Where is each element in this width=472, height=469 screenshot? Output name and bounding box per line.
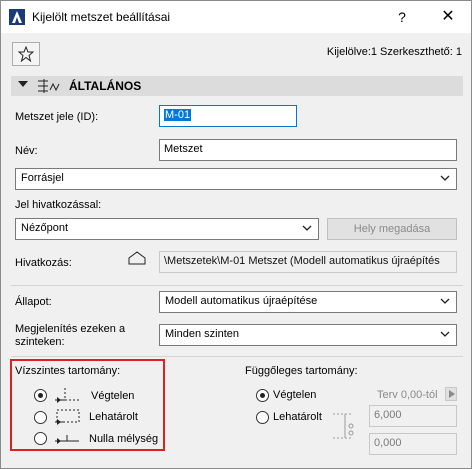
triangle-right-icon [449, 390, 455, 398]
radio-horizontal-infinite[interactable] [34, 389, 47, 402]
divider [11, 285, 463, 286]
show-on-label-1: Megjelenítés ezeken a [15, 323, 126, 335]
name-label: Név: [15, 145, 38, 157]
selection-info: Kijelölve:1 Szerkeszthető: 1 [326, 46, 462, 58]
reference-field: \Metszetek\M-01 Metszet (Modell automati… [159, 251, 457, 273]
show-on-label-2: szinteken: [15, 336, 65, 348]
radio-horizontal-limited[interactable] [34, 411, 47, 424]
general-section-header[interactable]: ÁLTALÁNOS [11, 76, 463, 96]
section-settings-icon [38, 79, 60, 93]
horizontal-range-title: Vízszintes tartomány: [15, 365, 121, 377]
source-marker-value: Forrásjel [21, 172, 64, 184]
close-button[interactable]: ✕ [437, 6, 459, 28]
star-icon [18, 46, 34, 62]
id-value: M-01 [164, 109, 192, 121]
reference-label: Hivatkozás: [15, 257, 72, 269]
settings-dialog: Kijelölt metszet beállításai ? ✕ Kijelöl… [0, 0, 472, 469]
chevron-down-icon [440, 298, 450, 304]
status-select[interactable]: Modell automatikus újraépítése [159, 291, 457, 313]
chevron-down-icon [440, 331, 450, 337]
radio-horizontal-limited-label: Lehatárolt [89, 411, 138, 423]
radio-horizontal-zero-depth-label: Nulla mélység [89, 433, 159, 445]
house-icon [128, 251, 146, 265]
chevron-down-icon [302, 225, 312, 231]
title-bar: Kijelölt metszet beállításai ? ✕ [1, 1, 471, 33]
help-button[interactable]: ? [391, 6, 413, 28]
radio-vertical-limited-label: Lehatárolt [273, 411, 322, 423]
set-location-button[interactable]: Hely megadása [327, 218, 457, 240]
show-on-value: Minden szinten [165, 328, 239, 340]
app-icon [9, 9, 25, 25]
marker-ref-value: Nézőpont [21, 222, 69, 234]
name-input[interactable]: Metszet [159, 139, 457, 161]
collapse-arrow-icon[interactable] [18, 81, 28, 87]
top-value-input[interactable]: 6,000 [369, 405, 457, 427]
plan-from-label: Terv 0,00-tól [377, 389, 438, 401]
radio-vertical-infinite[interactable] [256, 389, 269, 402]
section-title: ÁLTALÁNOS [69, 79, 142, 93]
status-value: Modell automatikus újraépítése [165, 295, 318, 307]
id-label: Metszet jele (ID): [15, 111, 99, 123]
infinite-range-icon [55, 388, 81, 403]
plan-from-button[interactable] [445, 387, 457, 401]
show-on-select[interactable]: Minden szinten [159, 324, 457, 346]
zero-depth-icon [55, 435, 79, 444]
window-title: Kijelölt metszet beállításai [32, 10, 171, 24]
radio-vertical-limited[interactable] [256, 411, 269, 424]
source-marker-select[interactable]: Forrásjel [15, 168, 457, 190]
favorites-button[interactable] [12, 42, 40, 66]
marker-ref-select[interactable]: Nézőpont [15, 218, 319, 240]
status-label: Állapot: [15, 296, 52, 308]
chevron-down-icon [440, 175, 450, 181]
vertical-range-icon [333, 413, 354, 439]
id-input[interactable]: M-01 [159, 105, 297, 127]
vertical-range-title: Függőleges tartomány: [245, 365, 358, 377]
bottom-value-input[interactable]: 0,000 [369, 433, 457, 455]
radio-vertical-infinite-label: Végtelen [273, 389, 317, 401]
radio-horizontal-zero-depth[interactable] [34, 432, 47, 445]
divider [11, 356, 463, 357]
radio-horizontal-infinite-label: Végtelen [91, 390, 135, 402]
limited-range-icon [55, 409, 80, 425]
marker-ref-label: Jel hivatkozással: [15, 199, 102, 211]
